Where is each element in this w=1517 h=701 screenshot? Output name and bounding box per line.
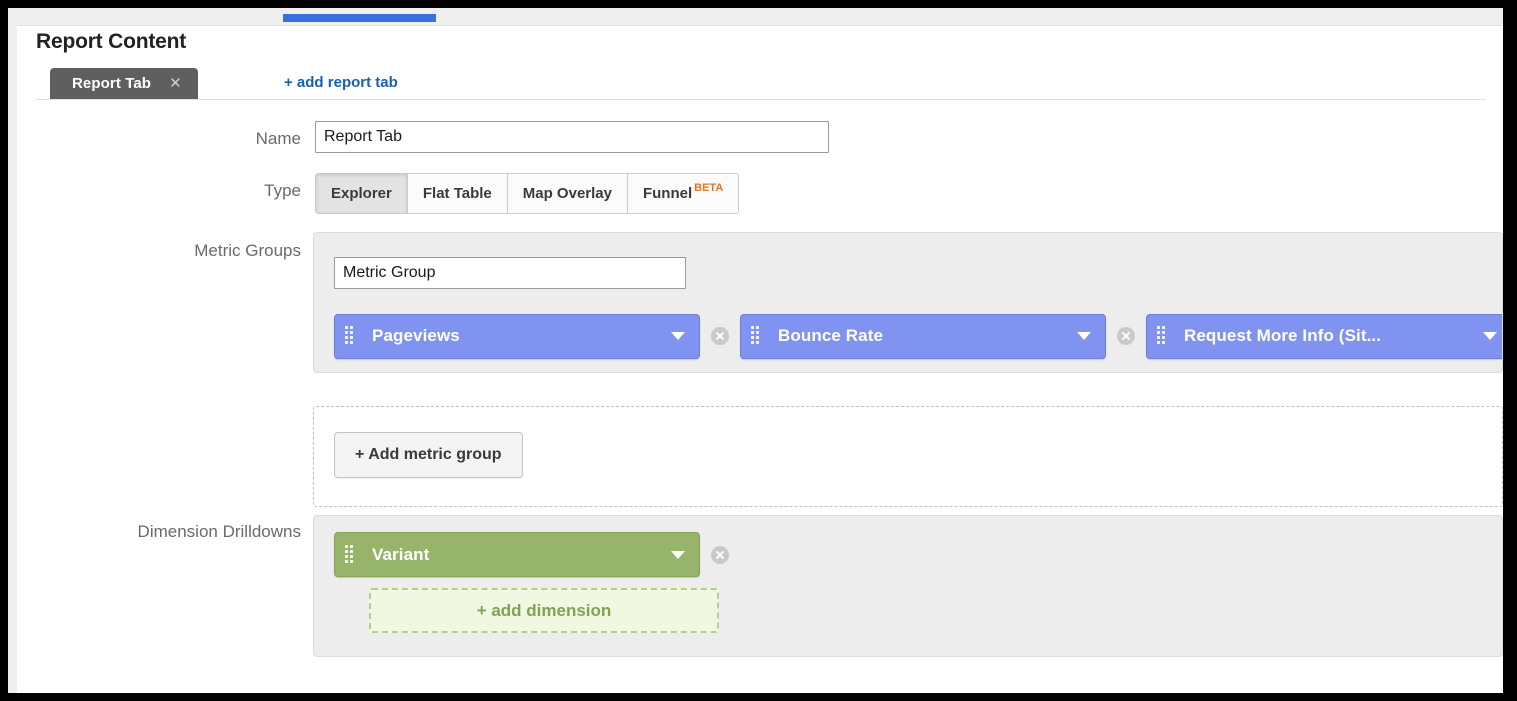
tab-strip-divider [36, 99, 1486, 100]
chevron-down-icon[interactable] [1483, 332, 1497, 340]
add-report-tab-link[interactable]: + add report tab [284, 74, 398, 91]
add-metric-group-button-label: + Add metric group [355, 446, 502, 463]
left-gutter [8, 25, 17, 693]
dimension-chip-label: Variant [372, 544, 430, 564]
dimension-chip-row: Variant [334, 532, 740, 577]
remove-metric-icon[interactable] [711, 327, 729, 345]
type-label: Type [264, 181, 301, 200]
chrome-strip-background [8, 8, 1503, 25]
beta-badge: BETA [694, 182, 724, 194]
add-metric-group-button[interactable]: + Add metric group [334, 432, 523, 478]
type-option-map-overlay-label: Map Overlay [522, 185, 612, 202]
close-icon[interactable]: ✕ [169, 76, 182, 91]
add-dimension-button[interactable]: + add dimension [369, 588, 719, 633]
type-option-funnel-label: Funnel [642, 185, 693, 202]
metric-chip-bounce-rate[interactable]: Bounce Rate [740, 313, 1106, 359]
type-option-map-overlay[interactable]: Map Overlay [507, 174, 628, 213]
drag-handle-icon[interactable] [751, 326, 762, 346]
metric-chip-label: Request More Info (Sit... [1184, 326, 1382, 345]
metric-chip-row: Pageviews Bounce Rate Request More Info … [334, 313, 1502, 359]
add-dimension-button-label: + add dimension [476, 600, 612, 620]
name-input[interactable] [315, 121, 829, 153]
drag-handle-icon[interactable] [345, 544, 356, 565]
type-option-explorer[interactable]: Explorer [316, 174, 408, 213]
metric-groups-label: Metric Groups [194, 241, 301, 260]
type-option-flat-table-label: Flat Table [422, 185, 492, 202]
browser-chrome-strip [8, 8, 1503, 25]
type-button-group: Explorer Flat Table Map Overlay Funnel BE… [315, 173, 740, 214]
chevron-down-icon[interactable] [671, 332, 685, 340]
type-option-explorer-label: Explorer [331, 185, 392, 202]
drag-handle-icon[interactable] [1157, 326, 1168, 346]
metric-chip-request-more-info[interactable]: Request More Info (Sit... [1146, 313, 1502, 359]
report-tab-label: Report Tab [72, 75, 152, 92]
metric-chip-label: Pageviews [372, 326, 460, 345]
name-label: Name [255, 129, 301, 148]
metric-chip-pageviews[interactable]: Pageviews [334, 313, 700, 359]
remove-metric-icon[interactable] [1117, 327, 1135, 345]
chevron-down-icon[interactable] [671, 550, 685, 559]
type-option-funnel[interactable]: Funnel BETA [627, 174, 739, 213]
metric-group-panel: Pageviews Bounce Rate Request Mo [313, 232, 1503, 373]
drag-handle-icon[interactable] [345, 326, 356, 346]
chevron-down-icon[interactable] [1077, 332, 1091, 340]
remove-dimension-icon[interactable] [711, 545, 729, 564]
type-option-flat-table[interactable]: Flat Table [407, 174, 508, 213]
report-tab-item[interactable]: Report Tab ✕ [50, 68, 198, 99]
dimension-drilldowns-panel: Variant + add dimension [313, 515, 1503, 657]
report-content-page: Report Content Report Tab ✕ + add report… [17, 26, 1503, 693]
metric-chip-label: Bounce Rate [778, 326, 884, 345]
dimension-drilldowns-label: Dimension Drilldowns [137, 522, 301, 541]
report-tab-strip: Report Tab ✕ + add report tab [36, 68, 1486, 99]
page-title: Report Content [36, 30, 187, 53]
window-frame: Report Content Report Tab ✕ + add report… [0, 0, 1517, 701]
active-browser-tab-indicator[interactable] [283, 14, 436, 22]
add-metric-group-dropzone: + Add metric group [313, 406, 1503, 507]
dimension-chip-variant[interactable]: Variant [334, 532, 700, 577]
metric-group-name-input[interactable] [334, 257, 686, 289]
